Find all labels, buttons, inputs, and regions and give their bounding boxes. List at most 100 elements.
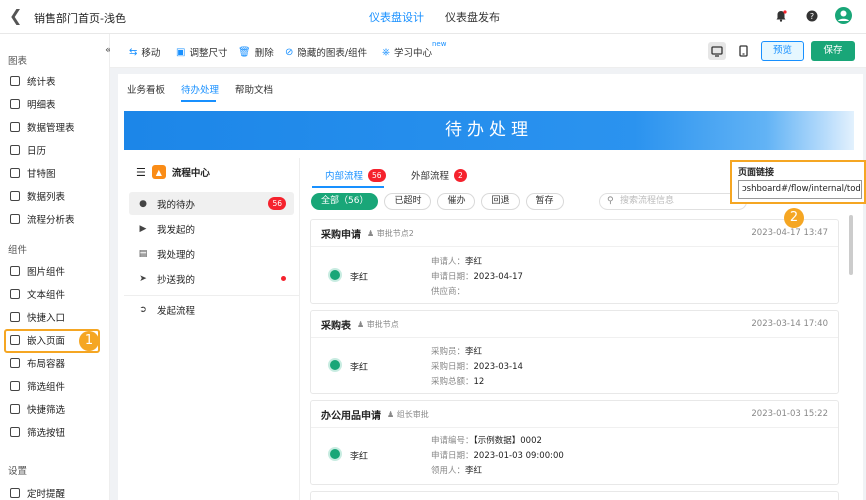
cc-unread-dot <box>281 276 286 281</box>
flow-card[interactable]: 办公用品申请 ♟ 组长审批 2023-01-03 15:22 李红 申请编号：【示… <box>310 400 839 485</box>
preview-button[interactable]: 预览 <box>761 41 804 61</box>
card-field: 采购总额：12 <box>431 377 485 387</box>
card-date: 2023-04-17 13:47 <box>751 228 828 238</box>
card-user: 李红 <box>350 452 369 462</box>
resize-button[interactable]: ▣ 调整尺寸 <box>176 45 227 60</box>
quick-filter-icon <box>10 404 20 414</box>
section-settings-title: 设置 <box>8 466 28 477</box>
callout-2: 2 <box>784 208 804 228</box>
filter-overdue[interactable]: 已超时 <box>384 193 432 210</box>
card-node: ♟ 审批节点2 <box>367 229 414 238</box>
card-field: 采购日期：2023-03-14 <box>431 362 523 372</box>
flow-item-my-todo[interactable]: ● 我的待办 56 <box>129 192 294 215</box>
tab-todo[interactable]: 待办处理 <box>181 82 219 96</box>
sidebar-item-image[interactable]: 图片组件 <box>10 262 65 280</box>
card-date: 2023-01-03 15:22 <box>751 409 828 419</box>
menu-icon[interactable]: ☰ <box>136 166 146 179</box>
flow-analysis-icon <box>10 214 20 224</box>
tab-help-docs[interactable]: 帮助文档 <box>235 82 273 96</box>
dashboard-title: 销售部门首页-浅色 <box>34 12 126 25</box>
tab-dashboard-publish[interactable]: 仪表盘发布 <box>445 9 500 25</box>
sidebar-item-text[interactable]: 文本组件 <box>10 285 65 303</box>
filter-pills: 全部（56） 已超时 催办 回退 暂存 <box>311 193 564 210</box>
hidden-components-button[interactable]: ⊘ 隐藏的图表/组件 <box>285 45 367 60</box>
tab-business-board[interactable]: 业务看板 <box>127 82 165 96</box>
sidebar-item-shortcut[interactable]: 快捷入口 <box>10 308 65 326</box>
sidebar-item-calendar[interactable]: 日历 <box>10 141 46 159</box>
card-field: 领用人：李红 <box>431 466 483 476</box>
inbox-icon: ▤ <box>138 248 148 259</box>
notification-bell-icon[interactable] <box>774 9 788 23</box>
flow-divider <box>124 295 300 296</box>
sidebar-item-stat-table[interactable]: 统计表 <box>10 72 56 90</box>
back-arrow-icon[interactable]: ❮ <box>9 8 22 24</box>
delete-button[interactable]: 🗑 删除 <box>238 45 274 60</box>
section-components-title: 组件 <box>8 245 28 256</box>
mobile-view-icon[interactable] <box>734 42 752 60</box>
card-field: 采购员：李红 <box>431 347 483 357</box>
internal-count-badge: 56 <box>368 168 386 182</box>
data-list-icon <box>10 191 20 201</box>
card-field: 申请日期：2023-01-03 09:00:00 <box>431 451 564 461</box>
flow-card[interactable] <box>310 491 839 500</box>
sidebar-item-data-manage-table[interactable]: 数据管理表 <box>10 118 75 136</box>
flow-item-cc[interactable]: ➤ 抄送我的 <box>129 267 294 290</box>
avatar <box>328 447 342 461</box>
sidebar-item-filter-button[interactable]: 筛选按钮 <box>10 423 65 441</box>
sidebar-item-gantt[interactable]: 甘特图 <box>10 164 56 182</box>
avatar <box>328 358 342 372</box>
text-icon <box>10 289 20 299</box>
sidebar-item-data-list[interactable]: 数据列表 <box>10 187 65 205</box>
gantt-icon <box>10 168 20 178</box>
resize-icon: ▣ <box>176 46 186 58</box>
sidebar-item-detail-table[interactable]: 明细表 <box>10 95 56 113</box>
layout-container-icon <box>10 358 20 368</box>
trash-icon: 🗑 <box>238 46 251 58</box>
flow-item-handled[interactable]: ▤ 我处理的 <box>129 242 294 265</box>
shortcut-icon <box>10 312 20 322</box>
tab-dashboard-design[interactable]: 仪表盘设计 <box>369 9 424 25</box>
flow-item-start-flow[interactable]: ➲ 发起流程 <box>129 298 294 321</box>
filter-urge[interactable]: 催办 <box>437 193 476 210</box>
desktop-view-icon[interactable] <box>708 42 726 60</box>
page-link-input[interactable]: ɔshboard#/flow/internal/todo <box>738 180 862 199</box>
cards-scrollbar[interactable] <box>849 215 853 275</box>
flow-item-initiated[interactable]: ▶ 我发起的 <box>129 217 294 240</box>
callout-1: 1 <box>79 331 99 351</box>
help-icon[interactable]: ? <box>805 9 819 23</box>
sidebar-item-timed-reminder[interactable]: 定时提醒 <box>10 484 65 500</box>
flow-search-input[interactable]: ⚲ 搜索流程信息 <box>599 193 747 210</box>
reminder-icon <box>10 488 20 498</box>
section-charts-title: 图表 <box>8 56 28 67</box>
search-icon: ⚲ <box>607 196 614 206</box>
filter-returned[interactable]: 回退 <box>481 193 520 210</box>
card-node: ♟ 审批节点 <box>357 320 399 329</box>
flow-card[interactable]: 采购表 ♟ 审批节点 2023-03-14 17:40 李红 采购员：李红 采购日… <box>310 310 839 394</box>
data-manage-icon <box>10 122 20 132</box>
play-icon: ▶ <box>139 223 147 234</box>
todo-count-badge: 56 <box>268 197 286 210</box>
sidebar-item-quick-filter[interactable]: 快捷筛选 <box>10 400 65 418</box>
tab-external-flow[interactable]: 外部流程 2 <box>411 168 467 182</box>
sidebar-item-flow-analysis[interactable]: 流程分析表 <box>10 210 75 228</box>
start-flow-icon: ➲ <box>139 304 147 315</box>
card-user: 李红 <box>350 273 369 283</box>
calendar-icon <box>10 145 20 155</box>
flow-card[interactable]: 采购申请 ♟ 审批节点2 2023-04-17 13:47 李红 申请人：李红 申… <box>310 219 839 304</box>
card-field: 申请编号：【示例数据】0002 <box>431 436 542 446</box>
save-button[interactable]: 保存 <box>811 41 855 61</box>
graduation-cap-icon: ⎈ <box>382 46 390 58</box>
move-icon: ⇆ <box>129 46 138 58</box>
filter-all[interactable]: 全部（56） <box>311 193 379 210</box>
filter-button-icon <box>10 427 20 437</box>
card-title: 采购申请 <box>321 230 361 241</box>
learning-center-button[interactable]: ⎈ 学习中心 <box>382 45 432 60</box>
filter-draft[interactable]: 暂存 <box>525 193 564 210</box>
move-button[interactable]: ⇆ 移动 <box>129 45 160 60</box>
tab-internal-flow[interactable]: 内部流程 56 <box>325 168 386 182</box>
card-date: 2023-03-14 17:40 <box>751 319 828 329</box>
sidebar-item-layout-container[interactable]: 布局容器 <box>10 354 65 372</box>
page-link-title: 页面链接 <box>738 168 775 178</box>
user-avatar[interactable] <box>835 7 852 24</box>
sidebar-item-filter[interactable]: 筛选组件 <box>10 377 65 395</box>
